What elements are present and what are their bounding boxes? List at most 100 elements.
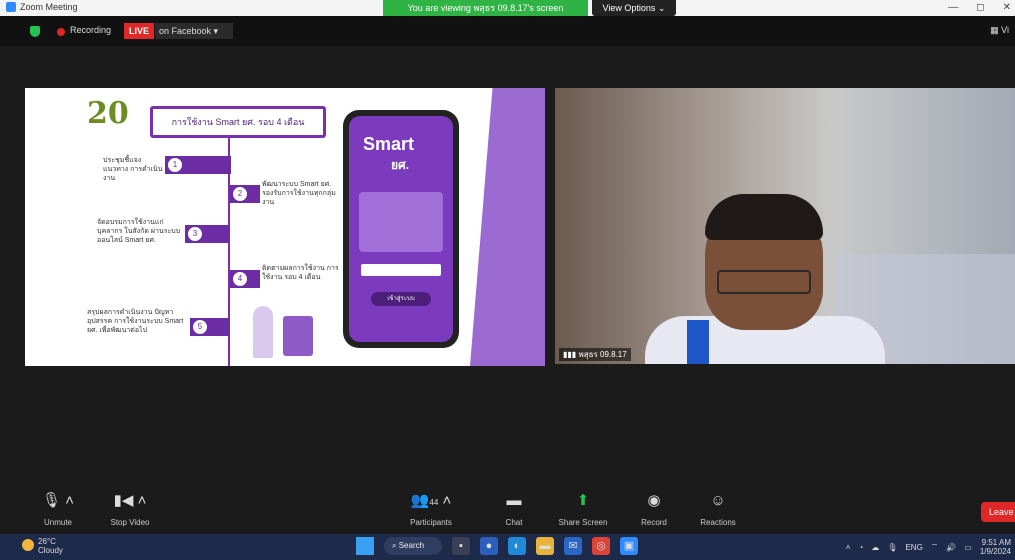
stop-video-label: Stop Video	[110, 518, 150, 527]
battery-icon[interactable]: ▭	[964, 543, 972, 552]
step-number: 5	[193, 320, 207, 334]
clock-date: 1/9/2024	[979, 547, 1011, 556]
timeline-step: 4	[230, 270, 260, 288]
meeting-controls: 🎙 ˄ Unmute ▮◀ ˄ Stop Video 👥44 ˄ Partici…	[0, 490, 1015, 534]
window-controls: — ◻ ✕	[948, 2, 1011, 13]
timeline-step: 2	[230, 185, 260, 203]
step-note: ติดตามผลการใช้งาน การใช้งาน รอบ 4 เดือน	[262, 265, 339, 281]
shared-slide: 20 การใช้งาน Smart ยศ. รอบ 4 เดือน 1 ประ…	[25, 88, 545, 366]
timeline-step: 5	[190, 318, 230, 336]
step-number: 2	[233, 187, 247, 201]
tray-overflow-icon[interactable]: ˄	[846, 543, 851, 552]
clock-time: 9:51 AM	[981, 538, 1011, 547]
security-shield-icon[interactable]	[30, 26, 40, 37]
live-platform-dropdown[interactable]: on Facebook ▾	[155, 23, 233, 39]
phone-screen: Smart ยศ. เข้าสู่ระบบ	[349, 116, 453, 342]
view-layout-button[interactable]: ▦ Vi	[990, 25, 1009, 36]
language-indicator[interactable]: ENG	[905, 543, 922, 552]
maximize-button[interactable]: ◻	[976, 2, 984, 13]
chat-button[interactable]: ▬ Chat	[496, 490, 532, 527]
meeting-topbar: Recording LIVE on Facebook ▾ ▦ Vi	[0, 16, 1015, 46]
step-note: สรุปผลการดำเนินงาน ปัญหาอุปสรรค การใช้งา…	[87, 309, 184, 334]
step-number: 4	[233, 272, 247, 286]
phone-input-field	[361, 264, 441, 276]
timeline-step: 3	[185, 225, 230, 243]
taskbar-apps: ⌕ Search ▪ ● ◐ ▬ ✉ ◎ ▣	[356, 537, 638, 555]
window-title: Zoom Meeting	[20, 2, 78, 12]
person-lanyard	[687, 320, 709, 364]
live-badge: LIVE	[124, 23, 154, 39]
phone-brand: Smart	[363, 134, 415, 154]
edge-browser-icon[interactable]: ◐	[508, 537, 526, 555]
system-tray: ˄ ◔ ☁ 🎙 ENG ⌔ 🔊 ▭ 9:51 AM 1/9/2024	[846, 538, 1011, 556]
participants-button[interactable]: 👥44 ˄ Participants	[398, 490, 464, 527]
phone-login-button: เข้าสู่ระบบ	[371, 292, 431, 306]
mic-tray-icon[interactable]: 🎙	[887, 543, 897, 552]
record-icon: ◉	[647, 492, 661, 509]
unmute-label: Unmute	[43, 518, 72, 527]
step-note: ประชุมชี้แจงแนวทาง การดำเนินงาน	[103, 157, 163, 182]
signal-bars-icon: ▮▮▮	[563, 350, 579, 359]
mail-app-icon[interactable]: ✉	[564, 537, 582, 555]
app-title: Zoom Meeting	[6, 2, 78, 12]
zoom-app-icon[interactable]: ▣	[620, 537, 638, 555]
tablet-illustration-icon	[283, 316, 313, 356]
step-note: จัดอบรมการใช้งานแก่บุคลากร ในสังกัด ผ่าน…	[97, 219, 181, 244]
task-view-icon[interactable]: ▪	[452, 537, 470, 555]
reactions-button[interactable]: ☺ Reactions	[690, 490, 746, 527]
windows-start-icon[interactable]	[356, 537, 374, 555]
taskbar-clock[interactable]: 9:51 AM 1/9/2024	[980, 538, 1011, 556]
weather-widget[interactable]: 26°C Cloudy	[22, 537, 63, 555]
search-icon: ⌕	[392, 541, 399, 550]
unmute-button[interactable]: 🎙 ˄ Unmute	[36, 490, 80, 527]
chat-app-icon[interactable]: ●	[480, 537, 498, 555]
share-screen-icon: ⬆	[576, 492, 590, 509]
weather-cloud-icon	[22, 539, 34, 551]
zoom-logo-icon	[6, 2, 16, 12]
recording-label[interactable]: Recording	[70, 25, 111, 35]
reactions-icon: ☺	[710, 492, 726, 509]
share-screen-button[interactable]: ⬆ Share Screen	[550, 490, 616, 527]
view-options-button[interactable]: View Options ⌄	[592, 0, 676, 16]
step-note: พัฒนาระบบ Smart ยศ. รองรับการใช้งานทุกกล…	[262, 181, 336, 206]
chrome-browser-icon[interactable]: ◎	[592, 537, 610, 555]
video-camera-icon: ▮◀ ˄	[113, 492, 147, 509]
network-tray-icon[interactable]: ◔	[858, 543, 863, 552]
participant-video[interactable]: ▮▮▮ พสุธร 09.8.17	[555, 88, 1015, 364]
os-taskbar: 26°C Cloudy ⌕ Search ▪ ● ◐ ▬ ✉ ◎ ▣ ˄ ◔ ☁…	[0, 534, 1015, 560]
weather-temp: 26°C	[38, 537, 56, 546]
viewing-banner: You are viewing พสุธร 09.8.17's screen	[383, 0, 588, 16]
phone-brand-sub: ยศ.	[391, 158, 409, 172]
participants-count: 44	[429, 498, 439, 507]
volume-icon[interactable]: 🔊	[946, 543, 956, 552]
participants-icon: 👥44 ˄	[410, 492, 452, 509]
file-explorer-icon[interactable]: ▬	[536, 537, 554, 555]
woman-illustration-icon	[253, 306, 273, 358]
leave-button[interactable]: Leave	[981, 502, 1015, 522]
share-screen-label: Share Screen	[558, 518, 608, 527]
stop-video-button[interactable]: ▮◀ ˄ Stop Video	[100, 490, 160, 527]
step-number: 1	[168, 158, 182, 172]
timeline-step: 1	[165, 156, 231, 174]
wifi-icon[interactable]: ⌔	[931, 542, 939, 552]
slide-purple-band	[470, 88, 545, 366]
participant-name-label: ▮▮▮ พสุธร 09.8.17	[559, 348, 631, 361]
phone-mockup: Smart ยศ. เข้าสู่ระบบ	[343, 110, 459, 348]
person-glasses	[717, 270, 811, 294]
person-hair	[705, 194, 823, 240]
slide-title: การใช้งาน Smart ยศ. รอบ 4 เดือน	[150, 106, 326, 138]
participants-label: Participants	[410, 518, 452, 527]
close-button[interactable]: ✕	[1003, 2, 1011, 13]
people-illustration-icon	[359, 192, 443, 252]
reactions-label: Reactions	[700, 518, 736, 527]
recording-dot-icon	[57, 28, 65, 36]
onedrive-tray-icon[interactable]: ☁	[871, 543, 879, 552]
chat-bubble-icon: ▬	[506, 492, 522, 509]
step-number: 3	[188, 227, 202, 241]
anniversary-logo: 20	[87, 96, 129, 131]
microphone-muted-icon: 🎙 ˄	[42, 492, 74, 509]
chat-label: Chat	[505, 518, 523, 527]
minimize-button[interactable]: —	[948, 2, 958, 13]
taskbar-search[interactable]: ⌕ Search	[384, 537, 442, 555]
record-button[interactable]: ◉ Record	[634, 490, 674, 527]
